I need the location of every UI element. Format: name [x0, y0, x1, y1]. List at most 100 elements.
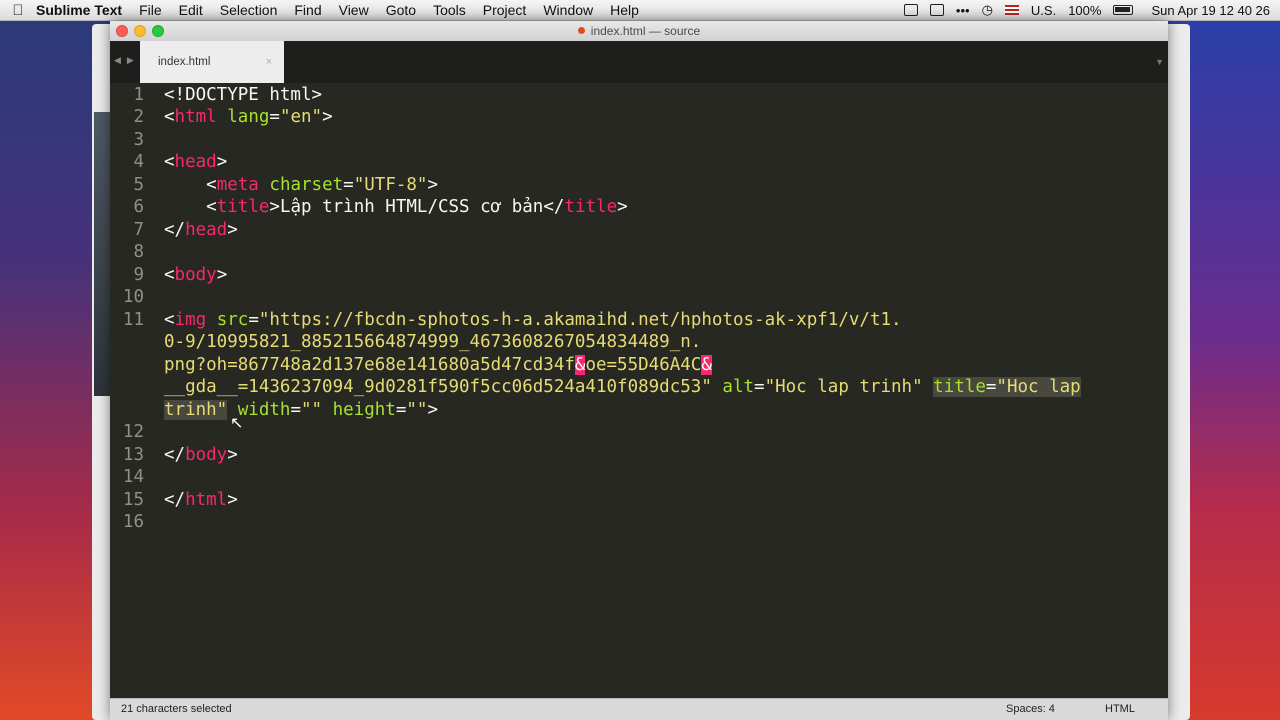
battery-percent: 100% — [1068, 2, 1102, 18]
tab-label: index.html — [158, 56, 211, 68]
code-token: = — [248, 310, 259, 330]
line-number: 10 — [122, 287, 144, 307]
line-number: 5 — [133, 175, 144, 195]
code-token: head — [174, 152, 217, 172]
code-line-11-wrap-2: png?oh=867748a2d137e68e141680a5d47cd34f&… — [164, 355, 712, 375]
code-token: </ — [164, 445, 186, 465]
mouse-cursor-icon: ↖ — [230, 415, 244, 432]
flag-icon — [1004, 5, 1019, 15]
code-line-11-wrap-3: __gda__=1436237094_9d0281f590f5cc06d524a… — [164, 377, 1081, 397]
code-selection: trinh" — [164, 400, 228, 420]
code-token: "Hoc lap — [996, 377, 1081, 397]
line-number: 12 — [122, 422, 144, 442]
menu-edit[interactable]: Edit — [179, 2, 203, 18]
code-token: > — [269, 197, 280, 217]
screen-share-icon[interactable] — [903, 4, 918, 16]
tab-dropdown-icon[interactable]: ▼ — [1155, 57, 1164, 67]
zoom-window-button[interactable] — [152, 25, 164, 37]
menu-find[interactable]: Find — [294, 2, 321, 18]
code-token: height — [332, 400, 396, 420]
menu-help[interactable]: Help — [610, 2, 639, 18]
code-token: > — [617, 197, 628, 217]
line-number: 7 — [133, 220, 144, 240]
code-line-5: <meta charset="UTF-8"> — [164, 175, 438, 195]
background-image-strip — [94, 112, 110, 396]
status-area: ••• ◷ U.S. 100% Sun Apr 19 12 40 26 — [903, 0, 1270, 20]
close-window-button[interactable] — [116, 25, 128, 37]
clock[interactable]: Sun Apr 19 12 40 26 — [1151, 3, 1270, 18]
code-token: = — [985, 377, 997, 397]
code-token: & — [701, 355, 712, 375]
code-token: title — [564, 197, 618, 217]
file-icon — [577, 27, 585, 34]
code-line-9: <body> — [164, 265, 227, 285]
code-token: "" — [406, 400, 428, 420]
line-number: 9 — [133, 265, 144, 285]
window-controls — [116, 25, 164, 37]
code-token: body — [185, 445, 228, 465]
menu-selection[interactable]: Selection — [220, 2, 278, 18]
code-token: < — [164, 310, 175, 330]
code-editor[interactable]: 1 2 3 4 5 6 7 8 9 10 11 12 13 14 15 16 <… — [110, 83, 1168, 699]
code-line-4: <head> — [164, 152, 227, 172]
minimize-window-button[interactable] — [134, 25, 146, 37]
code-token: lang — [227, 107, 270, 127]
menu-view[interactable]: View — [339, 2, 369, 18]
menu-window[interactable]: Window — [543, 2, 593, 18]
code-token: < — [164, 152, 175, 172]
code-token: > — [216, 152, 228, 172]
code-token: > — [427, 400, 439, 420]
code-token: __gda__=1436237094_9d0281f590f5cc06d524a… — [164, 377, 712, 397]
code-token: img — [174, 310, 207, 330]
line-number: 14 — [122, 467, 144, 487]
menu-tools[interactable]: Tools — [433, 2, 466, 18]
menu-app-name[interactable]: Sublime Text — [36, 2, 122, 18]
code-token: "Hoc lap trinh" — [764, 377, 923, 397]
indentation-setting[interactable]: Spaces: 4 — [1006, 699, 1055, 720]
code-token: & — [574, 355, 586, 375]
menu-project[interactable]: Project — [483, 2, 527, 18]
code-token: src — [216, 310, 249, 330]
code-token: alt — [722, 377, 755, 397]
video-icon[interactable] — [929, 4, 944, 16]
wifi-icon[interactable]: ◷ — [982, 2, 993, 18]
code-token: = — [269, 107, 280, 127]
code-token: > — [227, 490, 238, 510]
code-token: </ — [164, 490, 186, 510]
code-token: title — [216, 197, 270, 217]
line-number: 2 — [133, 107, 144, 127]
code-token: Lập trình HTML/CSS cơ bản — [279, 197, 544, 217]
line-number: 15 — [122, 490, 144, 510]
code-token: > — [227, 220, 238, 240]
code-token: < — [206, 175, 217, 195]
code-line-1: <!DOCTYPE html> — [164, 85, 322, 105]
code-token: meta — [216, 175, 259, 195]
close-icon[interactable]: × — [266, 41, 272, 83]
syntax-setting[interactable]: HTML — [1105, 699, 1135, 720]
line-number: 3 — [133, 130, 144, 150]
menu-goto[interactable]: Goto — [386, 2, 416, 18]
input-source-label[interactable]: U.S. — [1031, 3, 1056, 18]
code-token: png?oh=867748a2d137e68e141680a5d47cd34f — [164, 355, 575, 375]
code-token: = — [290, 400, 301, 420]
code-token: charset — [269, 175, 344, 195]
code-token: > — [227, 445, 238, 465]
apple-icon[interactable]:  — [0, 2, 36, 19]
menu-bar:  Sublime Text File Edit Selection Find … — [0, 0, 1280, 21]
code-token: = — [395, 400, 407, 420]
code-token: </ — [164, 220, 186, 240]
tab-index-html[interactable]: index.html × — [140, 41, 284, 83]
code-token: < — [164, 107, 175, 127]
battery-icon[interactable] — [1113, 5, 1134, 15]
code-token: </ — [543, 197, 565, 217]
title-bar: index.html — source — [110, 21, 1168, 41]
code-token: html — [174, 107, 217, 127]
tab-nav-arrows-icon[interactable]: ◀▶ — [114, 55, 140, 66]
more-icon[interactable]: ••• — [956, 3, 970, 18]
code-token: > — [216, 265, 228, 285]
code-line-13: </body> — [164, 445, 238, 465]
code-token: = — [343, 175, 354, 195]
code-line-11: <img src="https://fbcdn-sphotos-h-a.akam… — [164, 310, 902, 330]
code-token: "" — [301, 400, 323, 420]
menu-file[interactable]: File — [139, 2, 162, 18]
